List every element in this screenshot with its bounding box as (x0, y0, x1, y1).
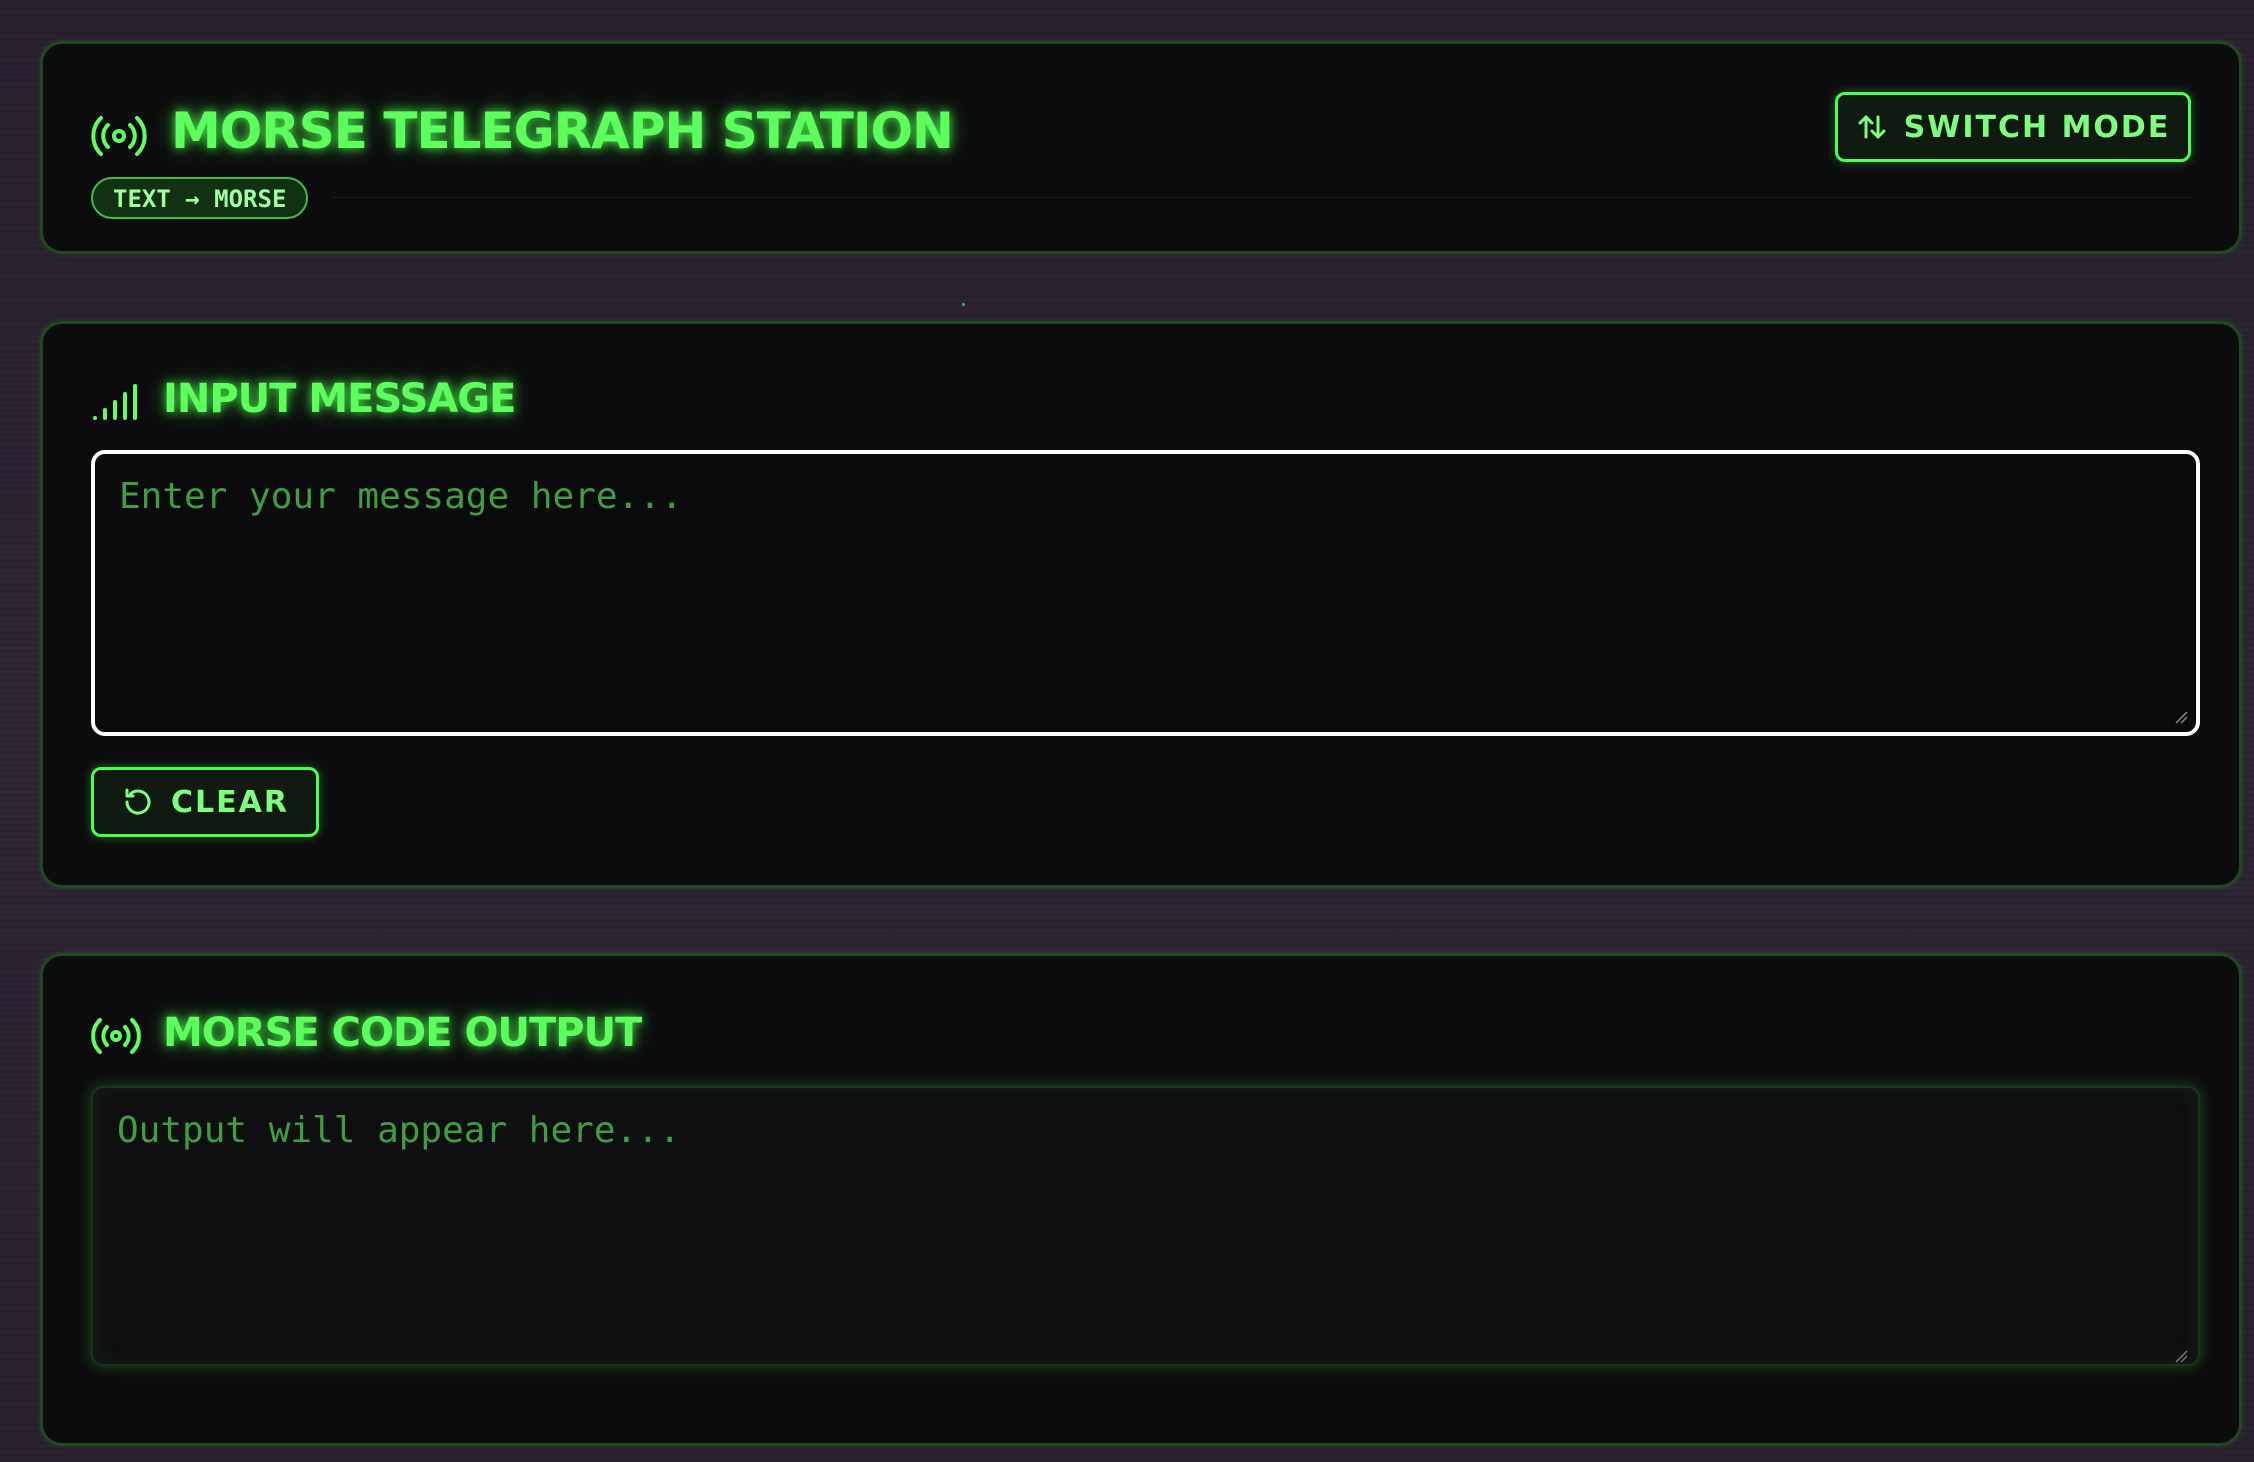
broadcast-icon (91, 1018, 141, 1054)
input-section-title: INPUT MESSAGE (163, 376, 516, 422)
clear-button-label: CLEAR (171, 784, 289, 820)
resize-grip-icon[interactable] (2174, 1349, 2188, 1363)
header-panel: MORSE TELEGRAPH STATION TEXT → MORSE SWI… (40, 41, 2242, 254)
signal-bars-icon (93, 384, 137, 420)
output-section-title: MORSE CODE OUTPUT (163, 1010, 642, 1056)
app-title: MORSE TELEGRAPH STATION (171, 102, 954, 160)
clear-button[interactable]: CLEAR (91, 767, 319, 837)
message-input[interactable] (91, 450, 2200, 736)
resize-grip-icon[interactable] (2174, 710, 2188, 724)
switch-mode-label: SWITCH MODE (1903, 109, 2171, 145)
rotate-ccw-icon (125, 788, 151, 815)
mode-badge: TEXT → MORSE (91, 177, 309, 219)
switch-mode-button[interactable]: SWITCH MODE (1835, 92, 2191, 162)
decorative-dot (962, 303, 965, 306)
output-panel: MORSE CODE OUTPUT (40, 953, 2242, 1446)
broadcast-icon (91, 116, 147, 156)
input-panel: INPUT MESSAGE CLEAR (40, 321, 2242, 888)
header-divider (333, 197, 2191, 198)
morse-output[interactable] (91, 1086, 2200, 1366)
swap-vertical-icon (1858, 115, 1886, 139)
